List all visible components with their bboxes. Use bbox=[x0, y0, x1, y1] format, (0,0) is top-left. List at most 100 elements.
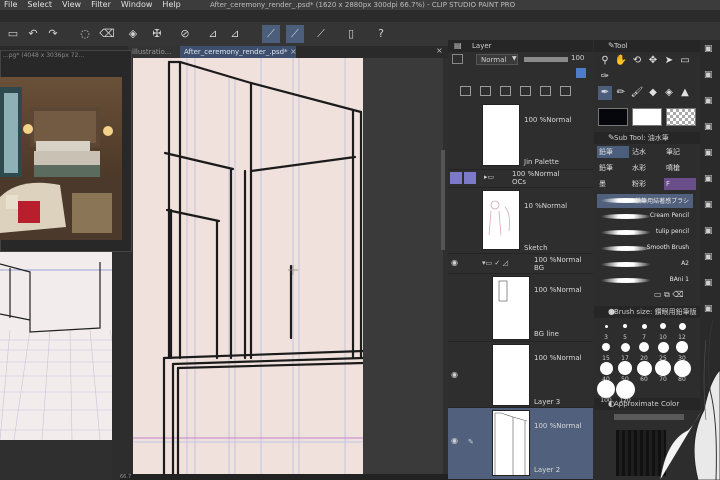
menu-file[interactable]: File bbox=[0, 0, 22, 10]
subtool-tab-watercolor[interactable]: 水彩 bbox=[630, 162, 662, 174]
redo-arrow-icon[interactable]: ↷ bbox=[44, 25, 62, 43]
new-file-icon[interactable]: ▭ bbox=[4, 25, 22, 43]
brush-size-dot[interactable] bbox=[623, 324, 627, 328]
layer-row[interactable]: 100 %Normal BG line bbox=[448, 274, 593, 342]
move-icon[interactable]: ✥ bbox=[646, 54, 660, 68]
brush-size-dot[interactable] bbox=[599, 361, 613, 375]
opacity-slider[interactable] bbox=[524, 57, 568, 62]
brush-size-dot[interactable] bbox=[636, 360, 652, 376]
transform-icon[interactable]: ✠ bbox=[148, 25, 166, 43]
brush-size-dot[interactable] bbox=[655, 360, 671, 376]
brush-item[interactable]: 鉄筆用結著感ブラシ bbox=[597, 194, 693, 208]
eye-icon[interactable]: ◉ bbox=[451, 436, 458, 445]
main-color-swatch[interactable] bbox=[598, 108, 628, 126]
sub-color-swatch[interactable] bbox=[632, 108, 662, 126]
brush-size-dot[interactable] bbox=[639, 342, 649, 352]
panel-icon[interactable]: ▣ bbox=[704, 278, 713, 288]
brush-size-dot[interactable] bbox=[678, 322, 686, 330]
new-raster-layer-icon[interactable] bbox=[460, 86, 471, 96]
lasso-icon[interactable]: ✑ bbox=[598, 70, 612, 84]
brush-item[interactable]: A2 bbox=[597, 258, 693, 272]
fill-icon[interactable]: ◈ bbox=[124, 25, 142, 43]
clear-icon[interactable]: ⌫ bbox=[98, 25, 116, 43]
panel-icon[interactable]: ▣ bbox=[704, 44, 713, 54]
operation-icon[interactable]: ➤ bbox=[662, 54, 676, 68]
snap-special-ruler-icon[interactable]: ⟋ bbox=[286, 25, 304, 43]
close-icon[interactable]: × bbox=[436, 46, 443, 55]
subtool-tab-airbrush[interactable]: 噴槍 bbox=[664, 162, 696, 174]
panel-icon[interactable]: ▣ bbox=[704, 200, 713, 210]
undo-arrow-icon[interactable]: ↶ bbox=[24, 25, 42, 43]
opacity-value[interactable]: 100 bbox=[571, 54, 584, 62]
panel-icon[interactable]: ▣ bbox=[704, 122, 713, 132]
panel-icon[interactable]: ▣ bbox=[704, 252, 713, 262]
pen-tool-icon[interactable]: ✒ bbox=[598, 86, 612, 100]
pencil-tool-icon[interactable]: ✏ bbox=[614, 86, 628, 100]
brush-size-dot[interactable] bbox=[604, 324, 608, 328]
close-tab-icon[interactable]: × bbox=[290, 47, 297, 56]
brush-size-dot[interactable] bbox=[676, 341, 688, 353]
eye-icon[interactable]: ◉ bbox=[451, 258, 458, 267]
brush-size-dot[interactable] bbox=[597, 380, 615, 398]
tab-illustration[interactable]: illustratio... bbox=[128, 46, 184, 58]
zoom-icon[interactable]: ⚲ bbox=[598, 54, 612, 68]
zoom-value[interactable]: 66.7 bbox=[120, 474, 131, 480]
new-vector-layer-icon[interactable] bbox=[480, 86, 491, 96]
selection-icon[interactable]: ▭ bbox=[678, 54, 692, 68]
layer-check-icon[interactable] bbox=[450, 172, 462, 184]
rotate-icon[interactable]: ⟲ bbox=[630, 54, 644, 68]
phone-icon[interactable]: ▯ bbox=[342, 25, 360, 43]
brush-tool-icon[interactable]: 🖌 bbox=[630, 86, 644, 100]
panel-icon[interactable]: ▣ bbox=[704, 304, 713, 314]
brush-size-dot[interactable] bbox=[618, 361, 632, 375]
layer-lock-icon[interactable] bbox=[464, 172, 476, 184]
brush-size-dot[interactable] bbox=[673, 359, 691, 377]
subtool-tab-notes[interactable]: 筆記 bbox=[664, 146, 696, 158]
brush-item[interactable]: Cream Pencil bbox=[597, 210, 693, 224]
subtool-tab-f[interactable]: F bbox=[664, 178, 696, 190]
brush-size-dot[interactable] bbox=[657, 341, 669, 353]
gradient-tool-icon[interactable]: ▲ bbox=[678, 86, 692, 100]
layer-row[interactable]: ◉ ▾▭ ✓ ◿ 100 %Normal BG bbox=[448, 254, 593, 274]
snap-grid-icon[interactable]: ⟋ bbox=[312, 25, 330, 43]
subtool-tab-dip-pen[interactable]: 沾水 bbox=[630, 146, 662, 158]
vertical-scrollbar[interactable] bbox=[441, 150, 445, 250]
subtool-tab-pencil-2[interactable]: 鉛筆 bbox=[597, 162, 629, 174]
brush-size-dot[interactable] bbox=[615, 379, 635, 399]
delete-layer-icon[interactable] bbox=[560, 86, 571, 96]
brush-size-dot[interactable] bbox=[620, 342, 630, 352]
fill-tool-icon[interactable]: ◈ bbox=[662, 86, 676, 100]
chevron-down-icon[interactable]: ▼ bbox=[512, 55, 517, 62]
ruler-icon[interactable]: ⊿ bbox=[204, 25, 222, 43]
menu-select[interactable]: Select bbox=[22, 0, 57, 10]
menu-filter[interactable]: Filter bbox=[86, 0, 116, 10]
panel-icon[interactable]: ▣ bbox=[704, 96, 713, 106]
subtool-tab-ink[interactable]: 墨 bbox=[597, 178, 629, 190]
merge-down-icon[interactable] bbox=[520, 86, 531, 96]
panel-icon[interactable]: ▣ bbox=[704, 226, 713, 236]
transparent-color-swatch[interactable] bbox=[666, 108, 696, 126]
brush-size-dot[interactable] bbox=[602, 343, 610, 351]
panel-icon[interactable]: ▣ bbox=[704, 70, 713, 80]
menu-view[interactable]: View bbox=[57, 0, 86, 10]
panel-icon[interactable]: ▣ bbox=[704, 174, 713, 184]
layer-type-icon[interactable] bbox=[452, 54, 463, 64]
subtool-add-icon[interactable]: ▭ ⧉ ⌫ bbox=[654, 290, 684, 300]
eraser-tool-icon[interactable]: ◆ bbox=[646, 86, 660, 100]
brush-item[interactable]: tulip pencil bbox=[597, 226, 693, 240]
layer-row[interactable]: ▸▭ 100 %Normal OCs bbox=[448, 170, 593, 188]
eye-icon[interactable]: ◉ bbox=[451, 370, 458, 379]
new-folder-icon[interactable] bbox=[500, 86, 511, 96]
brush-item[interactable]: BAni 1 bbox=[597, 274, 693, 288]
layer-row[interactable]: 10 %Normal Sketch bbox=[448, 188, 593, 254]
help-icon[interactable]: ? bbox=[372, 25, 390, 43]
brush-item[interactable]: Smooth Brush bbox=[597, 242, 693, 256]
hand-icon[interactable]: ✋ bbox=[614, 54, 628, 68]
hide-selection-icon[interactable]: ⊘ bbox=[176, 25, 194, 43]
layer-row[interactable]: 100 %Normal Jin Palette bbox=[448, 100, 593, 170]
subtool-tab-pastel[interactable]: 粉彩 bbox=[630, 178, 662, 190]
layer-mask-icon[interactable] bbox=[540, 86, 551, 96]
panel-icon[interactable]: ▣ bbox=[704, 148, 713, 158]
menu-window[interactable]: Window bbox=[116, 0, 158, 10]
layer-row[interactable]: ◉ 100 %Normal Layer 3 bbox=[448, 342, 593, 408]
